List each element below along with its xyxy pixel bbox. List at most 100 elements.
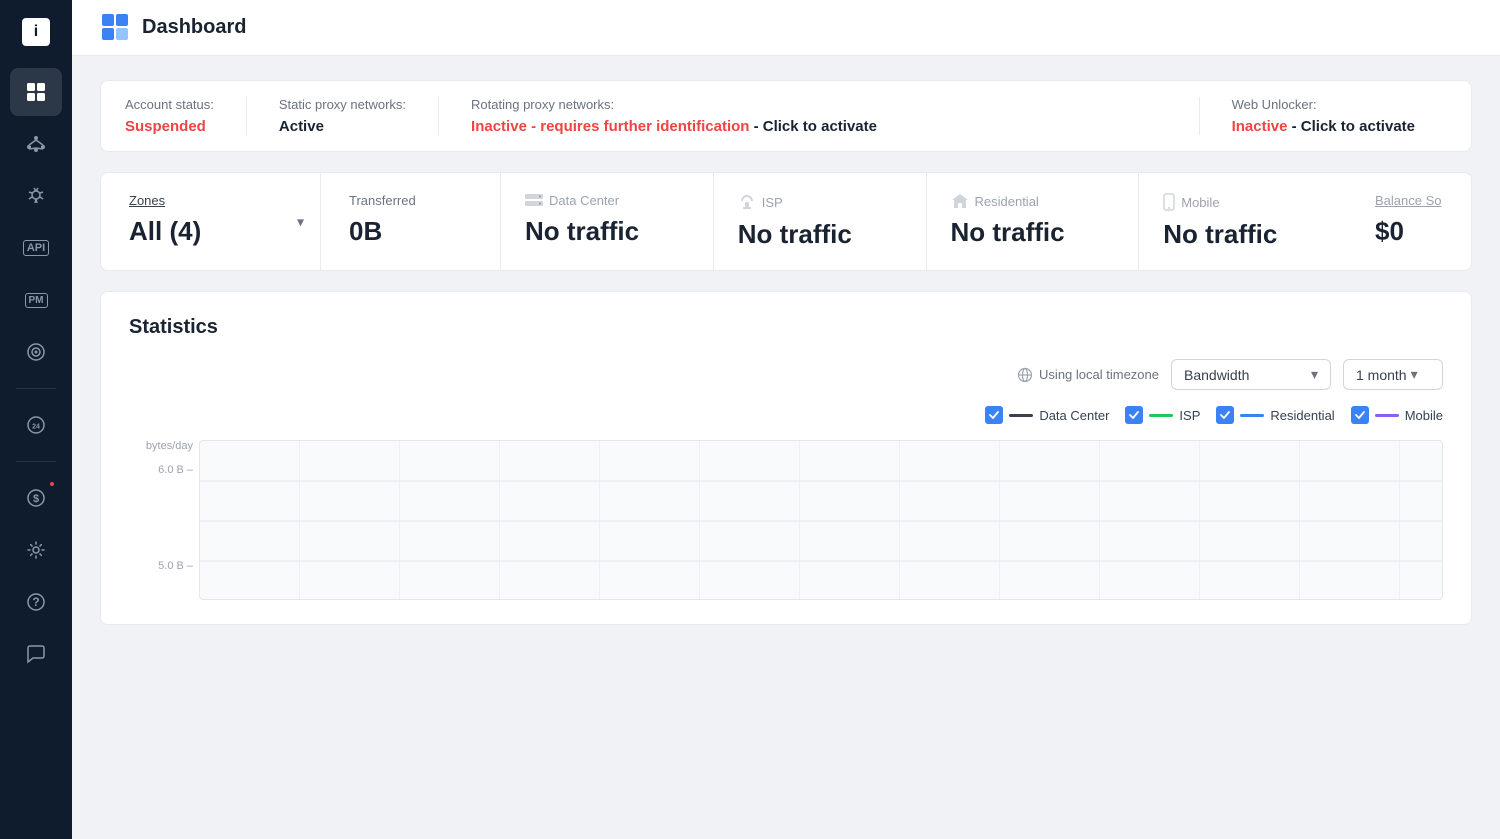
sidebar-item-support[interactable]: 24	[10, 401, 62, 449]
y-axis: bytes/day 6.0 B – 5.0 B –	[129, 440, 199, 600]
mobile-icon	[1163, 193, 1175, 211]
web-unlocker-warn: Inactive	[1232, 118, 1288, 135]
web-unlocker-label: Web Unlocker:	[1232, 97, 1415, 112]
sidebar-item-target[interactable]	[10, 328, 62, 376]
target-icon	[25, 341, 47, 363]
main-content: Dashboard Account status: Suspended Stat…	[72, 0, 1500, 839]
static-proxy-value: Active	[279, 118, 406, 135]
res-label: Residential	[951, 193, 1115, 209]
timezone-label: Using local timezone	[1017, 367, 1159, 383]
y-label-50: 5.0 B –	[158, 560, 193, 572]
rotating-proxy-warn: Inactive - requires further identificati…	[471, 118, 749, 135]
billing-badge	[48, 480, 56, 488]
sidebar-item-billing[interactable]: $	[10, 474, 62, 522]
traffic-section: Data Center No traffic ISP No traffi	[501, 173, 1351, 270]
period-select[interactable]: 1 month ▾	[1343, 359, 1443, 390]
proxies-icon	[25, 133, 47, 155]
legend-dc-checkbox[interactable]	[985, 406, 1003, 424]
sidebar-item-postman[interactable]: PM	[10, 276, 62, 324]
legend-res-line	[1240, 414, 1264, 417]
isp-icon	[738, 193, 756, 211]
isp-value: No traffic	[738, 219, 902, 250]
sidebar-item-settings[interactable]	[10, 526, 62, 574]
rotating-proxy-item[interactable]: Rotating proxy networks: Inactive - requ…	[438, 97, 1199, 135]
balance-card: Balance So $0	[1351, 173, 1471, 270]
legend-mob: Mobile	[1351, 406, 1443, 424]
header: Dashboard	[72, 0, 1500, 56]
y-unit: bytes/day	[146, 440, 193, 452]
sidebar-navigation: API PM 24 $	[0, 68, 72, 827]
sidebar-item-scraper[interactable]	[10, 172, 62, 220]
balance-label-text: Balance So	[1375, 193, 1442, 208]
rotating-proxy-action: - Click to activate	[749, 118, 877, 135]
status-bar: Account status: Suspended Static proxy n…	[100, 80, 1472, 152]
legend-res-label: Residential	[1270, 408, 1334, 423]
zones-card[interactable]: Zones All (4) ▾	[101, 173, 321, 270]
static-proxy-item: Static proxy networks: Active	[246, 97, 438, 135]
legend-dc-label: Data Center	[1039, 408, 1109, 423]
balance-label[interactable]: Balance So	[1375, 193, 1447, 208]
dc-label-text: Data Center	[549, 193, 619, 208]
chart-legend: Data Center ISP Residential	[129, 406, 1443, 424]
statistics-controls: Using local timezone Bandwidth ▾ 1 month…	[129, 359, 1443, 390]
dashboard-icon	[25, 81, 47, 103]
support-icon: 24	[25, 414, 47, 436]
rotating-proxy-value: Inactive - requires further identificati…	[471, 118, 1167, 135]
legend-dc: Data Center	[985, 406, 1109, 424]
legend-isp-checkbox[interactable]	[1125, 406, 1143, 424]
bandwidth-label: Bandwidth	[1184, 367, 1249, 383]
sidebar-logo[interactable]: i	[16, 12, 56, 52]
legend-mob-label: Mobile	[1405, 408, 1443, 423]
chart-wrapper: bytes/day 6.0 B – 5.0 B –	[129, 440, 1443, 600]
transferred-value: 0B	[349, 216, 472, 247]
legend-mob-checkbox[interactable]	[1351, 406, 1369, 424]
scraper-icon	[25, 185, 47, 207]
header-icon	[100, 12, 132, 44]
sidebar-divider-2	[16, 461, 56, 462]
svg-text:?: ?	[32, 595, 39, 609]
web-unlocker-value: Inactive - Click to activate	[1232, 118, 1415, 135]
legend-isp-label: ISP	[1179, 408, 1200, 423]
timezone-text: Using local timezone	[1039, 367, 1159, 382]
svg-text:$: $	[33, 493, 39, 505]
logo-icon: i	[22, 18, 50, 46]
transferred-card: Transferred 0B	[321, 173, 501, 270]
bandwidth-chevron: ▾	[1311, 366, 1318, 383]
legend-isp: ISP	[1125, 406, 1200, 424]
sidebar-divider	[16, 388, 56, 389]
brand-icon	[102, 14, 130, 42]
sidebar-item-chat[interactable]	[10, 630, 62, 678]
globe-icon	[1017, 367, 1033, 383]
server-icon	[525, 194, 543, 208]
billing-icon: $	[25, 487, 47, 509]
rotating-proxy-label: Rotating proxy networks:	[471, 97, 1167, 112]
sidebar-item-help[interactable]: ?	[10, 578, 62, 626]
legend-mob-line	[1375, 414, 1399, 417]
svg-text:24: 24	[32, 424, 40, 431]
balance-value: $0	[1375, 216, 1447, 247]
sidebar-item-dashboard[interactable]	[10, 68, 62, 116]
period-label: 1 month	[1356, 367, 1407, 383]
account-status-label: Account status:	[125, 97, 214, 112]
sidebar-item-proxies[interactable]	[10, 120, 62, 168]
api-label: API	[23, 240, 49, 256]
zones-dropdown-icon: ▾	[297, 213, 304, 230]
legend-res: Residential	[1216, 406, 1334, 424]
account-status-value: Suspended	[125, 118, 214, 135]
traffic-datacenter: Data Center No traffic	[501, 173, 714, 270]
help-icon: ?	[25, 591, 47, 613]
res-label-text: Residential	[975, 194, 1039, 209]
legend-dc-line	[1009, 414, 1033, 417]
content-area: Account status: Suspended Static proxy n…	[72, 56, 1500, 839]
static-proxy-label: Static proxy networks:	[279, 97, 406, 112]
zones-value: All (4)	[129, 216, 292, 247]
mob-label: Mobile	[1163, 193, 1327, 211]
sidebar-item-api[interactable]: API	[10, 224, 62, 272]
zones-link[interactable]: Zones	[129, 193, 165, 208]
period-chevron: ▾	[1411, 366, 1418, 383]
traffic-residential: Residential No traffic	[927, 173, 1140, 270]
legend-res-checkbox[interactable]	[1216, 406, 1234, 424]
web-unlocker-item[interactable]: Web Unlocker: Inactive - Click to activa…	[1199, 97, 1447, 135]
sidebar: i	[0, 0, 72, 839]
bandwidth-select[interactable]: Bandwidth ▾	[1171, 359, 1331, 390]
